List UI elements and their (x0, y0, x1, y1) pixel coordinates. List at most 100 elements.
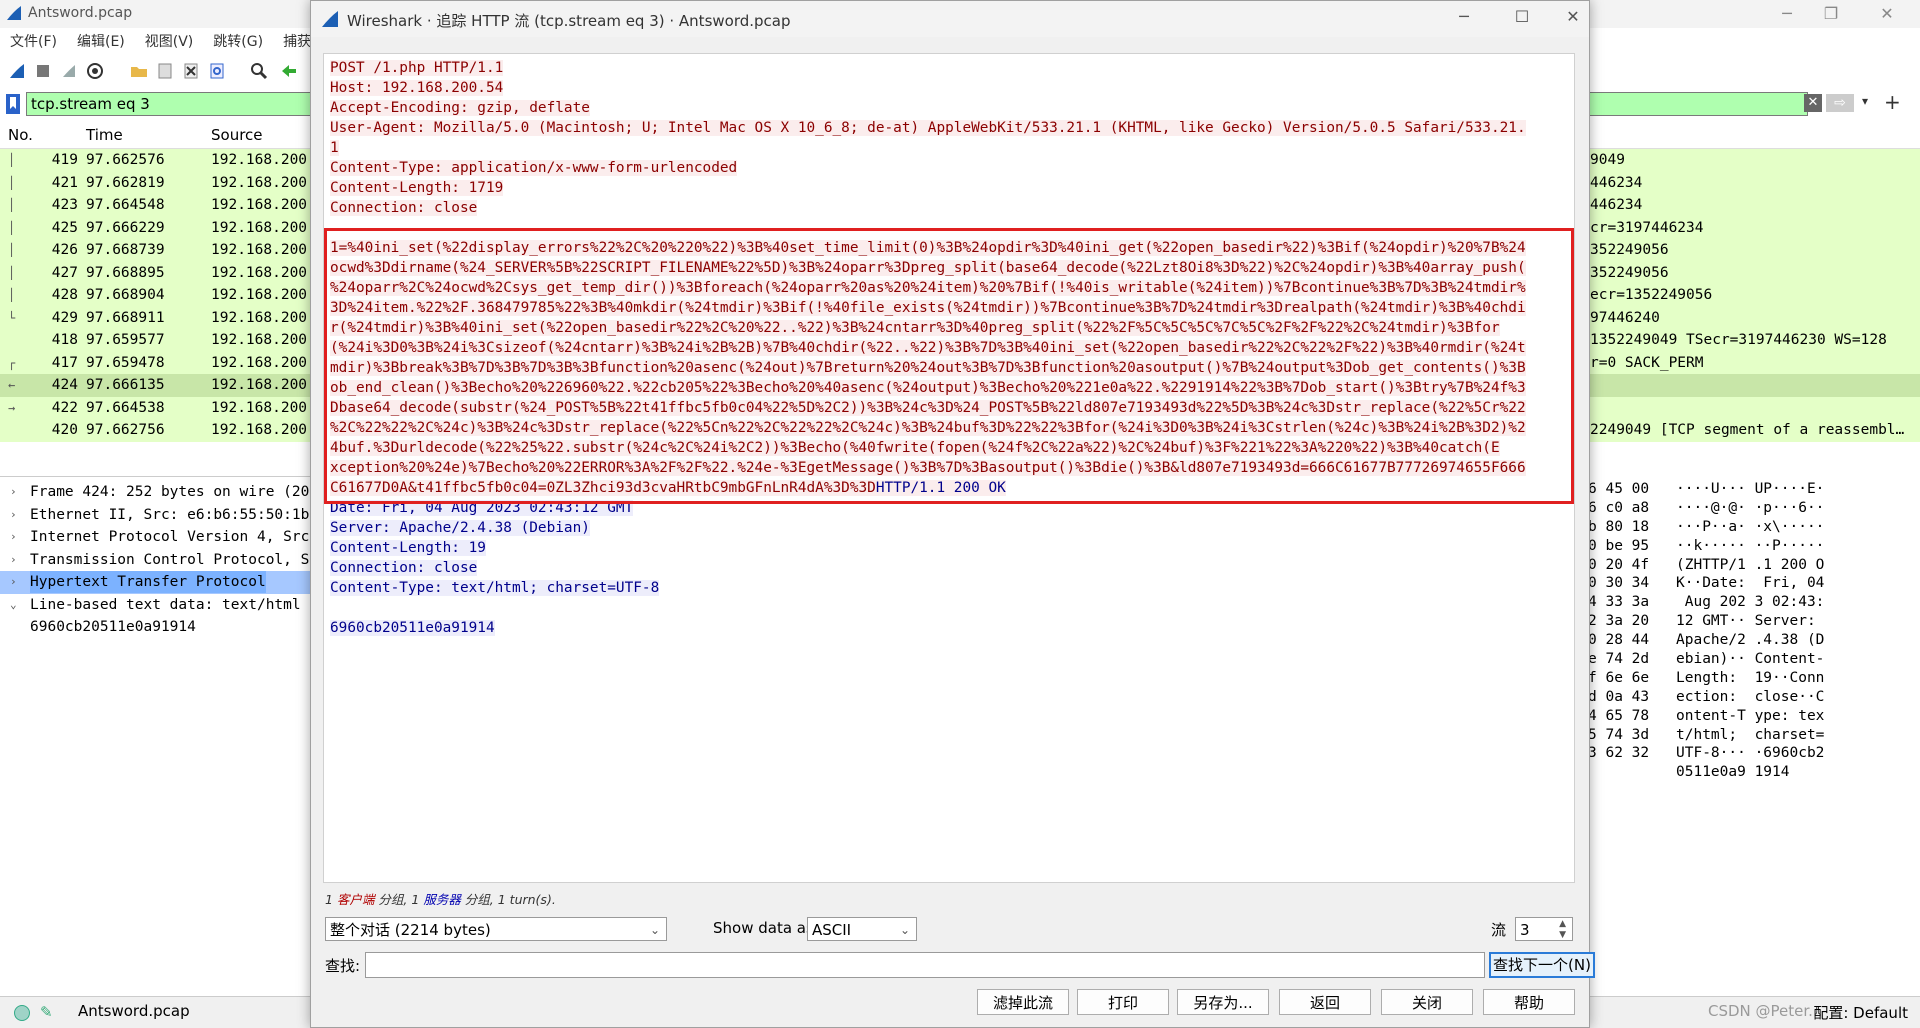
dialog-minimize-button[interactable]: ─ (1441, 3, 1487, 31)
capture-options-icon[interactable] (86, 62, 104, 80)
menu-go[interactable]: 跳转(G) (213, 30, 263, 54)
packet-info: 1352249049 TSecr=3197446230 WS=128 (1590, 332, 1887, 348)
detail-tree-item[interactable]: › Hypertext Transfer Protocol (0, 571, 330, 594)
response-header-text: Server: Apache/2.4.38 (Debian) (330, 520, 590, 536)
response-header-line: Content-Type: text/html; charset=UTF-8 (324, 578, 1574, 598)
packet-relation-marker: → (8, 400, 16, 415)
packet-relation-marker: ┌ (8, 355, 16, 370)
response-header-text: Connection: close (330, 560, 478, 576)
hex-ascii: K··Date: Fri, 04 (1676, 575, 1825, 592)
hex-bytes: f 6e 6e (1588, 669, 1650, 686)
packet-info: 352249056 (1590, 264, 1669, 281)
status-profile[interactable]: 配置: Default (1813, 1002, 1908, 1023)
response-body-text: 6960cb20511e0a91914 (330, 620, 495, 636)
hex-ascii: Length: 19··Conn (1676, 669, 1825, 686)
request-header-text: User-Agent: Mozilla/5.0 (Macintosh; U; I… (330, 120, 1526, 136)
save-file-icon[interactable] (156, 62, 174, 80)
expand-arrow-icon[interactable]: › (10, 526, 17, 548)
start-capture-icon[interactable] (8, 62, 26, 80)
expand-arrow-icon[interactable]: ⌄ (10, 594, 17, 616)
add-filter-button-icon[interactable]: + (1884, 90, 1901, 114)
apply-filter-icon[interactable]: ⇨ (1826, 94, 1854, 112)
detail-tree-item[interactable]: › Frame 424: 252 bytes on wire (20 (0, 481, 330, 504)
detail-text: 6960cb20511e0a91914 (30, 619, 196, 635)
response-header-line: Server: Apache/2.4.38 (Debian) (324, 518, 1574, 538)
help-button[interactable]: 帮助 (1483, 989, 1575, 1015)
packet-no: 419 (51, 152, 78, 168)
detail-tree-item[interactable]: 6960cb20511e0a91914 (0, 616, 330, 639)
request-header-line: Accept-Encoding: gzip, deflate (324, 98, 1574, 118)
request-header-line: POST /1.php HTTP/1.1 (324, 58, 1574, 78)
find-next-button[interactable]: 查找下一个(N) (1489, 952, 1595, 978)
close-file-icon[interactable] (182, 62, 200, 80)
filter-history-chevron-icon[interactable]: ▾ (1862, 94, 1868, 108)
hex-ascii: ···P··a· ·x\····· (1676, 518, 1825, 535)
column-source[interactable]: Source (211, 126, 263, 144)
close-window-button[interactable]: ✕ (1864, 0, 1910, 28)
packet-no: 422 (51, 399, 78, 416)
reload-icon[interactable] (208, 62, 226, 80)
conversation-select[interactable]: 整个对话 (2214 bytes) ⌄ (325, 917, 667, 941)
response-header-text: Content-Type: text/html; charset=UTF-8 (330, 580, 660, 596)
detail-tree-item[interactable]: › Transmission Control Protocol, S (0, 549, 330, 572)
stream-content[interactable]: POST /1.php HTTP/1.1 Host: 192.168.200.54… (323, 53, 1575, 883)
packet-relation-marker: │ (8, 153, 16, 167)
hex-row: d 0a 43 ection: close··C (1588, 688, 1920, 707)
stop-capture-icon[interactable] (34, 62, 52, 80)
summary-server-label: 服务器 (423, 892, 461, 907)
save-as-button[interactable]: 另存为... (1177, 989, 1269, 1015)
column-time[interactable]: Time (86, 126, 123, 144)
show-data-as-label: Show data as (713, 919, 814, 937)
expand-arrow-icon[interactable]: › (10, 571, 17, 593)
hex-ascii: t/html; charset= (1676, 726, 1825, 743)
clear-filter-icon[interactable]: ✕ (1804, 94, 1822, 112)
packet-time: 97.664538 (86, 399, 165, 416)
menu-view[interactable]: 视图(V) (145, 30, 194, 54)
close-button[interactable]: 关闭 (1381, 989, 1473, 1015)
packet-no: 417 (51, 354, 78, 371)
bookmark-icon[interactable] (6, 94, 20, 114)
find-input[interactable] (365, 952, 1485, 978)
menu-edit[interactable]: 编辑(E) (77, 30, 125, 54)
hex-row: 2 3a 20 12 GMT·· Server: (1588, 612, 1920, 631)
dialog-maximize-button[interactable]: ☐ (1499, 3, 1545, 31)
restore-button[interactable]: ❐ (1808, 0, 1854, 28)
column-no[interactable]: No. (8, 126, 33, 144)
spin-arrows-icon[interactable]: ▲ ▼ (1559, 919, 1566, 941)
dialog-close-button[interactable]: ✕ (1557, 3, 1589, 31)
request-header-line: Connection: close (324, 198, 1574, 218)
hex-bytes: d 0a 43 (1588, 688, 1650, 705)
print-button[interactable]: 打印 (1077, 989, 1169, 1015)
request-header-text: POST /1.php HTTP/1.1 (330, 60, 504, 76)
dialog-title: Wireshark · 追踪 HTTP 流 (tcp.stream eq 3) … (347, 12, 791, 30)
detail-text: Frame 424: 252 bytes on wire (20 (30, 484, 310, 500)
restart-capture-icon[interactable] (60, 62, 78, 80)
hex-ascii: Apache/2 .4.38 (D (1676, 632, 1825, 649)
filter-out-stream-button[interactable]: 滤掉此流 (977, 989, 1069, 1015)
packet-time: 97.668739 (86, 242, 165, 258)
detail-text: Transmission Control Protocol, S (30, 551, 310, 568)
menu-file[interactable]: 文件(F) (10, 30, 57, 54)
comment-icon[interactable]: ✎ (40, 1003, 53, 1021)
expand-arrow-icon[interactable]: › (10, 481, 17, 503)
find-packet-icon[interactable] (250, 62, 268, 80)
menu-capture[interactable]: 捕获 (283, 30, 311, 54)
show-data-as-select[interactable]: ASCII ⌄ (807, 917, 917, 941)
minimize-button[interactable]: ─ (1764, 0, 1810, 28)
request-header-text: Content-Type: application/x-www-form-url… (330, 160, 738, 176)
expert-info-icon[interactable] (14, 1005, 30, 1021)
detail-text: Ethernet II, Src: e6:b6:55:50:1b (30, 506, 310, 523)
expand-arrow-icon[interactable]: › (10, 504, 17, 526)
summary-server-count: 分组, 1 (374, 892, 424, 907)
hex-row: 6 45 00 ····U··· UP····E· (1588, 480, 1920, 499)
back-button[interactable]: 返回 (1279, 989, 1371, 1015)
wireshark-fin-icon (7, 6, 21, 20)
detail-tree-item[interactable]: ⌄ Line-based text data: text/html (0, 594, 330, 617)
expand-arrow-icon[interactable]: › (10, 549, 17, 571)
stream-number-spinbox[interactable]: 3 ▲ ▼ (1515, 917, 1573, 941)
go-back-icon[interactable] (280, 62, 298, 80)
detail-tree-item[interactable]: › Internet Protocol Version 4, Src (0, 526, 330, 549)
open-file-icon[interactable] (130, 62, 148, 80)
detail-tree-item[interactable]: › Ethernet II, Src: e6:b6:55:50:1b (0, 504, 330, 527)
packet-no: 428 (51, 287, 78, 303)
